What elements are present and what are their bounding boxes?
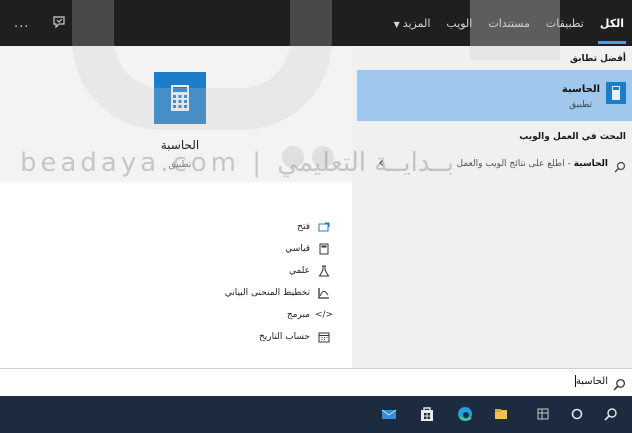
best-match-item[interactable]: الحاسبة تطبيق	[357, 70, 632, 121]
action-open-label: فتح	[297, 222, 310, 232]
cortana-icon[interactable]	[568, 405, 586, 423]
action-standard[interactable]: قياسي	[130, 238, 330, 260]
mail-icon[interactable]	[380, 405, 398, 423]
search-results-pane: أفضل تطابق الحاسبة تطبيق البحث في العمل …	[352, 46, 632, 368]
web-search-heading: البحث في العمل والويب	[519, 132, 626, 142]
action-graphing[interactable]: تخطيط المنحنى البياني	[130, 282, 330, 304]
tab-web[interactable]: الويب	[446, 17, 472, 30]
top-bar-actions: ...	[14, 0, 67, 46]
watermark-shape-block	[470, 0, 560, 60]
search-input-value: الحاسبة	[575, 376, 608, 387]
watermark-shape	[72, 0, 332, 130]
action-graphing-label: تخطيط المنحنى البياني	[224, 288, 310, 298]
search-icon[interactable]	[602, 405, 620, 423]
task-view-icon[interactable]	[534, 405, 552, 423]
store-icon[interactable]	[418, 405, 436, 423]
code-icon: </>	[314, 310, 334, 320]
taskbar	[0, 396, 632, 433]
action-scientific[interactable]: علمي	[130, 260, 330, 282]
search-input[interactable]: الحاسبة	[574, 375, 608, 387]
search-box[interactable]: الحاسبة	[0, 368, 632, 396]
action-open[interactable]: فتح	[130, 216, 330, 238]
app-actions-list: فتح قياسي علمي تخطيط المنحنى البياني </>…	[130, 216, 334, 348]
calculator-icon	[606, 82, 626, 104]
action-date-calculation-label: حساب التاريخ	[258, 332, 310, 342]
action-programmer-label: مبرمج	[286, 310, 310, 320]
open-icon	[318, 221, 330, 233]
best-match-name: الحاسبة	[561, 84, 600, 95]
feedback-icon[interactable]	[51, 14, 67, 33]
tab-more[interactable]: المزيد▼	[394, 17, 431, 30]
watermark-logo: beadaya.com | بــدايــة التعليمي	[20, 148, 454, 178]
best-match-type: تطبيق	[569, 100, 592, 110]
search-icon	[613, 376, 626, 395]
file-explorer-icon[interactable]	[492, 405, 510, 423]
action-scientific-label: علمي	[288, 266, 310, 276]
graphing-icon	[318, 287, 330, 299]
calendar-icon	[318, 331, 330, 343]
action-standard-label: قياسي	[285, 244, 310, 254]
scientific-flask-icon	[318, 265, 330, 277]
more-options-button[interactable]: ...	[14, 16, 29, 31]
action-programmer[interactable]: </> مبرمج	[130, 304, 334, 326]
tab-all[interactable]: الكل	[597, 17, 627, 44]
chevron-down-icon: ▼	[393, 19, 400, 29]
standard-calculator-icon	[318, 243, 330, 255]
edge-icon[interactable]	[456, 405, 474, 423]
tab-more-label: المزيد	[402, 16, 431, 30]
action-date-calculation[interactable]: حساب التاريخ	[130, 326, 330, 348]
best-match-heading: أفضل تطابق	[569, 54, 626, 64]
